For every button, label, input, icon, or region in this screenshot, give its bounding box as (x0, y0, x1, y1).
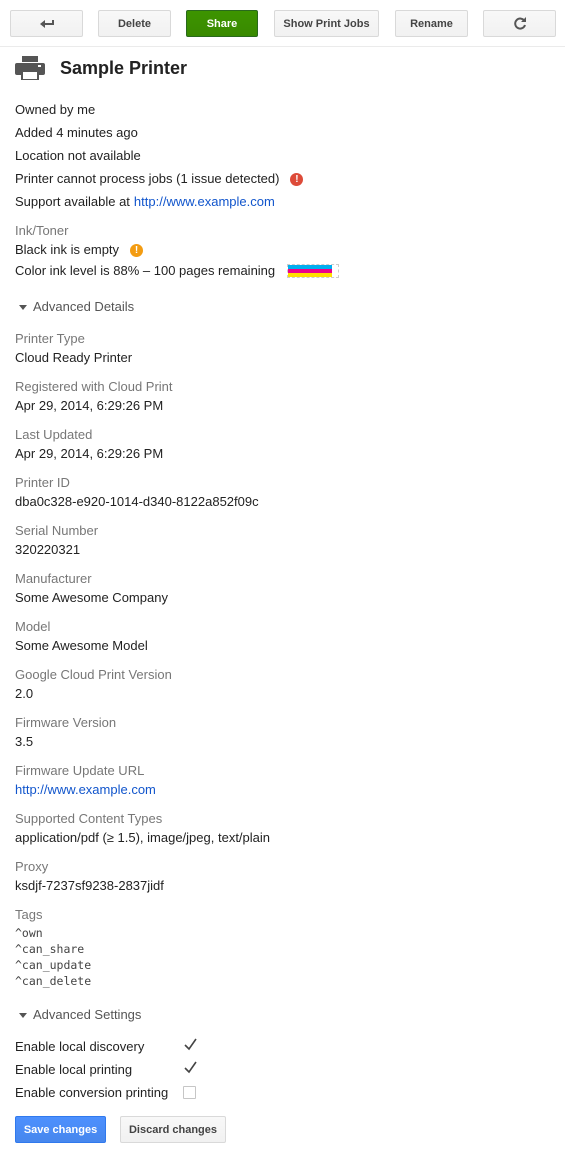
support-link[interactable]: http://www.example.com (134, 194, 275, 210)
field-label: Supported Content Types (15, 811, 163, 826)
triangle-down-icon (19, 304, 27, 310)
share-button[interactable]: Share (186, 10, 258, 37)
toolbar: Delete Share Show Print Jobs Rename (0, 10, 565, 39)
printer-icon (15, 56, 45, 80)
support-prefix: Support available at (15, 194, 130, 209)
checkmark-icon (184, 1038, 197, 1051)
field-value: dba0c328-e920-1014-d340-8122a852f09c (15, 494, 259, 509)
tag-item: ^can_update (15, 958, 92, 972)
color-ink-text: Color ink level is 88% – 100 pages remai… (15, 263, 276, 278)
firmware-update-link[interactable]: http://www.example.com (15, 782, 156, 798)
black-ink-row: Black ink is empty ! (15, 242, 144, 258)
field-label: Printer Type (15, 331, 85, 346)
field-label: Printer ID (15, 475, 70, 490)
field-value: Apr 29, 2014, 6:29:26 PM (15, 446, 164, 461)
setting-conversion-printing: Enable conversion printing (15, 1085, 215, 1101)
location-text: Location not available (15, 148, 141, 163)
field-value: Apr 29, 2014, 6:29:26 PM (15, 398, 164, 413)
field-value: 3.5 (15, 734, 34, 749)
tags-label: Tags (15, 907, 43, 922)
black-ink-text: Black ink is empty (15, 242, 120, 257)
warning-icon: ! (130, 243, 144, 257)
page-title: Sample Printer (60, 57, 188, 78)
setting-local-printing: Enable local printing (15, 1061, 215, 1078)
field-value: Some Awesome Model (15, 638, 148, 653)
advanced-settings-label: Advanced Settings (33, 1007, 142, 1022)
field-value: application/pdf (≥ 1.5), image/jpeg, tex… (15, 830, 271, 845)
ink-color-stripe (288, 273, 333, 277)
save-changes-button[interactable]: Save changes (15, 1116, 106, 1143)
field-label: Firmware Version (15, 715, 117, 730)
checkmark-icon (184, 1061, 197, 1074)
advanced-settings-toggle[interactable]: Advanced Settings (19, 1007, 141, 1023)
local-discovery-checkbox[interactable] (183, 1038, 197, 1053)
field-value: 2.0 (15, 686, 34, 701)
field-value: 320220321 (15, 542, 81, 557)
setting-local-discovery: Enable local discovery (15, 1038, 215, 1055)
back-button[interactable] (10, 10, 83, 37)
jobs-status-text: Printer cannot process jobs (1 issue det… (15, 171, 280, 186)
field-label: Model (15, 619, 51, 634)
jobs-status-row: Printer cannot process jobs (1 issue det… (15, 171, 304, 187)
page-title-row: Sample Printer (15, 53, 187, 83)
added-text: Added 4 minutes ago (15, 125, 138, 140)
discard-changes-button[interactable]: Discard changes (120, 1116, 226, 1143)
tag-item: ^own (15, 926, 43, 940)
field-value: Some Awesome Company (15, 590, 168, 605)
error-icon: ! (290, 172, 304, 186)
tag-item: ^can_delete (15, 974, 92, 988)
advanced-details-toggle[interactable]: Advanced Details (19, 299, 134, 315)
setting-label: Enable local printing (15, 1062, 133, 1077)
support-row: Support available at http://www.example.… (15, 194, 275, 210)
local-printing-checkbox[interactable] (183, 1061, 197, 1076)
field-label: Google Cloud Print Version (15, 667, 172, 682)
refresh-button[interactable] (483, 10, 556, 37)
tag-item: ^can_share (15, 942, 85, 956)
setting-label: Enable conversion printing (15, 1085, 169, 1100)
ink-label: Ink/Toner (15, 223, 69, 238)
color-ink-level-bar (287, 264, 340, 278)
advanced-details-label: Advanced Details (33, 299, 135, 314)
field-label: Manufacturer (15, 571, 92, 586)
field-label: Proxy (15, 859, 49, 874)
header-divider (0, 46, 565, 47)
color-ink-level-fill (288, 265, 333, 277)
triangle-down-icon (19, 1012, 27, 1018)
refresh-icon (513, 16, 526, 29)
field-value: ksdjf-7237sf9238-2837jidf (15, 878, 164, 893)
show-print-jobs-button[interactable]: Show Print Jobs (274, 10, 379, 37)
owner-text: Owned by me (15, 102, 96, 117)
field-label: Registered with Cloud Print (15, 379, 173, 394)
field-label: Firmware Update URL (15, 763, 145, 778)
rename-button[interactable]: Rename (395, 10, 468, 37)
delete-button[interactable]: Delete (98, 10, 171, 37)
back-arrow-icon (39, 19, 54, 28)
conversion-printing-checkbox[interactable] (183, 1086, 196, 1099)
field-label: Last Updated (15, 427, 93, 442)
color-ink-row: Color ink level is 88% – 100 pages remai… (15, 263, 340, 279)
field-value: Cloud Ready Printer (15, 350, 133, 365)
setting-label: Enable local discovery (15, 1039, 145, 1054)
field-label: Serial Number (15, 523, 99, 538)
